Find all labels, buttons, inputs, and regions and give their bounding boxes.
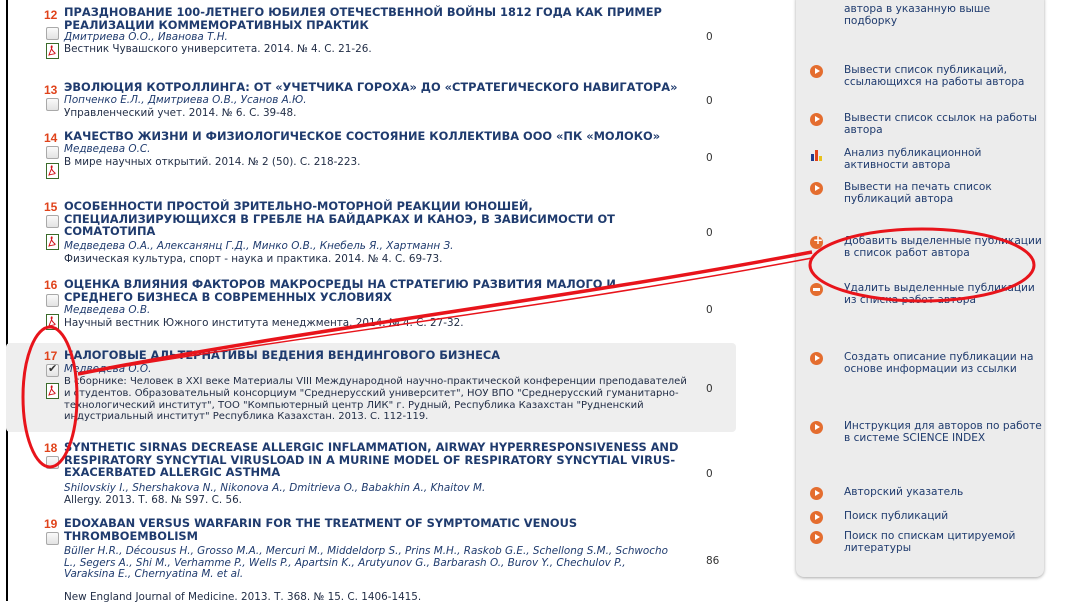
publication-authors: Медведева О.О. [64,363,152,375]
publication-authors: Дмитриева О.О., Иванова Т.Н. [64,31,228,43]
sidebar-item-label: Авторский указатель [844,486,964,498]
plus-icon [810,233,823,249]
play-icon [810,487,823,500]
publication-checkbox[interactable] [46,532,59,545]
sidebar-item-label: автора в указанную выше подборку [844,3,991,28]
list-item: 18 SYNTHETIC SIRNAS DECREASE ALLERGIC IN… [6,438,736,508]
publication-source: New England Journal of Medicine. 2013. Т… [64,591,422,603]
publication-title[interactable]: КАЧЕСТВО ЖИЗНИ И ФИЗИОЛОГИЧЕСКОЕ СОСТОЯН… [64,130,684,143]
citation-count[interactable]: 0 [706,383,713,395]
play-icon [810,352,823,365]
list-item: 15 ОСОБЕННОСТИ ПРОСТОЙ ЗРИТЕЛЬНО-МОТОРНО… [6,195,736,267]
publication-number: 17 [44,349,58,363]
publication-checkbox[interactable] [46,456,59,469]
publication-number: 15 [44,200,58,214]
play-icon [810,421,823,434]
bar-chart-icon [811,150,822,161]
pdf-icon[interactable] [46,234,59,250]
list-item: 19 EDOXABAN VERSUS WARFARIN FOR THE TREA… [6,514,736,603]
pdf-icon[interactable] [46,383,59,399]
sidebar-item-label: Удалить выделенные публикации из списка … [844,282,1035,307]
publication-title[interactable]: ОЦЕНКА ВЛИЯНИЯ ФАКТОРОВ МАКРОСРЕДЫ НА СТ… [64,278,684,303]
publication-title[interactable]: ЭВОЛЮЦИЯ КОТРОЛЛИНГА: ОТ «УЧЕТЧИКА ГОРОХ… [64,81,684,94]
publication-source: Научный вестник Южного института менеджм… [64,317,464,329]
publication-checkbox[interactable] [46,215,59,228]
publication-source: Allergy. 2013. Т. 68. № S97. С. 56. [64,494,242,506]
publication-source: Вестник Чувашского университета. 2014. №… [64,43,372,55]
pdf-icon[interactable] [46,314,59,330]
publication-list: 12 ПРАЗДНОВАНИЕ 100-ЛЕТНЕГО ЮБИЛЕЯ ОТЕЧЕ… [6,0,746,603]
publication-title[interactable]: НАЛОГОВЫЕ АЛЬТЕРНАТИВЫ ВЕДЕНИЯ ВЕНДИНГОВ… [64,349,684,362]
list-item: 16 ОЦЕНКА ВЛИЯНИЯ ФАКТОРОВ МАКРОСРЕДЫ НА… [6,274,736,336]
sidebar-item-label: Создать описание публикации на основе ин… [844,351,1034,376]
publication-number: 13 [44,83,58,97]
sidebar-item-label: Вывести на печать список публикаций авто… [844,181,992,206]
publication-source: В мире научных открытий. 2014. № 2 (50).… [64,156,361,168]
citation-count[interactable]: 0 [706,227,713,239]
citation-count[interactable]: 0 [706,31,713,43]
publication-checkbox[interactable] [46,146,59,159]
publication-number: 14 [44,131,58,145]
publication-title[interactable]: EDOXABAN VERSUS WARFARIN FOR THE TREATME… [64,517,684,542]
pdf-icon[interactable] [46,163,59,179]
publication-source: Управленческий учет. 2014. № 6. С. 39-48… [64,107,297,119]
publication-number: 16 [44,278,58,292]
publication-title[interactable]: ПРАЗДНОВАНИЕ 100-ЛЕТНЕГО ЮБИЛЕЯ ОТЕЧЕСТВ… [64,6,684,31]
sidebar-item-label: Поиск публикаций [844,510,949,522]
minus-icon [810,283,823,296]
citation-count[interactable]: 0 [706,95,713,107]
pdf-icon[interactable] [46,43,59,59]
play-icon [810,511,823,524]
publication-checkbox[interactable] [46,27,59,40]
publication-authors: Медведева О.С. [64,143,151,155]
citation-count[interactable]: 86 [706,555,719,567]
play-icon [810,65,823,78]
list-item: 13 ЭВОЛЮЦИЯ КОТРОЛЛИНГА: ОТ «УЧЕТЧИКА ГО… [6,76,736,122]
sidebar-item-label: Инструкция для авторов по работе в систе… [844,420,1042,445]
list-item: 14 КАЧЕСТВО ЖИЗНИ И ФИЗИОЛОГИЧЕСКОЕ СОСТ… [6,126,736,188]
publication-authors: Медведева О.В. [64,304,151,316]
play-icon [810,531,823,544]
publication-authors: Shilovskiy I., Shershakova N., Nikonova … [64,482,486,494]
publication-source: В сборнике: Человек в XXI веке Материалы… [64,376,687,423]
publication-source: Физическая культура, спорт - наука и пра… [64,253,443,265]
sidebar-item-label: Вывести список ссылок на работы автора [844,112,1037,137]
sidebar-item-label: Вывести список публикаций, ссылающихся н… [844,64,1025,89]
list-item-selected: 17 НАЛОГОВЫЕ АЛЬТЕРНАТИВЫ ВЕДЕНИЯ ВЕНДИН… [6,343,736,432]
citation-count[interactable]: 0 [706,468,713,480]
publication-checkbox-checked[interactable] [46,362,59,377]
list-item: 12 ПРАЗДНОВАНИЕ 100-ЛЕТНЕГО ЮБИЛЕЯ ОТЕЧЕ… [6,0,736,62]
publication-number: 12 [44,8,58,22]
sidebar-item-label: Добавить выделенные публикации в список … [844,235,1042,260]
publication-authors: Попченко Е.Л., Дмитриева О.В., Усанов А.… [64,94,307,106]
play-icon [810,113,823,126]
play-icon [810,182,823,195]
citation-count[interactable]: 0 [706,304,713,316]
publication-checkbox[interactable] [46,294,59,307]
publication-checkbox[interactable] [46,98,59,111]
publication-number: 18 [44,441,58,455]
publication-authors: Büller H.R., Décousus H., Grosso M.A., M… [64,545,668,581]
sidebar-item-label: Анализ публикационной активности автора [844,147,982,172]
publication-number: 19 [44,517,58,531]
author-tools-sidebar: автора в указанную выше подборку Вывести… [796,0,1044,577]
publication-title[interactable]: SYNTHETIC SIRNAS DECREASE ALLERGIC INFLA… [64,441,684,479]
sidebar-item-label: Поиск по спискам цитируемой литературы [844,530,1016,555]
publication-authors: Медведева О.А., Алексанянц Г.Д., Минко О… [64,240,454,252]
publication-title[interactable]: ОСОБЕННОСТИ ПРОСТОЙ ЗРИТЕЛЬНО-МОТОРНОЙ Р… [64,200,684,238]
citation-count[interactable]: 0 [706,152,713,164]
